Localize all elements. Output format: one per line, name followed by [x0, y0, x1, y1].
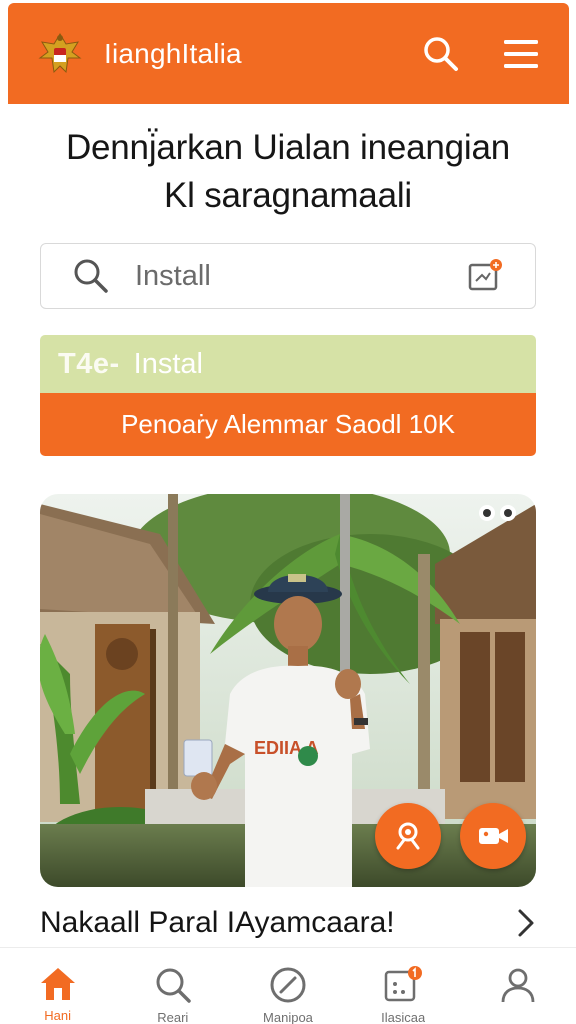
person-badge-button[interactable]: [375, 803, 441, 869]
compass-icon: [270, 967, 306, 1003]
grid-badge-icon: [384, 966, 423, 1002]
app-screen: IianghItalia Dennj̈arkan Uialan ineangia…: [0, 0, 576, 1024]
menu-button[interactable]: [499, 32, 543, 76]
photo-more-options-icon[interactable]: [478, 502, 522, 524]
nav-label-explore: Manipoa: [263, 1010, 313, 1024]
banner-action-label: Penoaṙy Alemmar Saodl 10K: [121, 409, 455, 439]
search-bar[interactable]: [40, 243, 536, 309]
bottom-navigation: Hani Reari Manipoa Ilasicaa: [0, 947, 576, 1024]
header-search-button[interactable]: [419, 32, 463, 76]
featured-photo[interactable]: EDIIA A: [40, 494, 536, 887]
app-title: IianghItalia: [104, 37, 242, 69]
video-icon: [479, 828, 508, 844]
banner-lead: T4e-: [58, 347, 120, 380]
hamburger-menu-icon: [504, 39, 538, 68]
search-icon: [74, 259, 108, 293]
featured-caption: Nakaall Paral IAyamcaara!: [40, 906, 395, 939]
nav-item-profile[interactable]: [468, 948, 568, 1024]
garuda-emblem-icon: [34, 28, 86, 80]
scan-button[interactable]: [467, 258, 503, 294]
nav-label-search: Reari: [157, 1010, 189, 1024]
nav-item-explore[interactable]: Manipoa: [238, 948, 338, 1024]
profile-icon: [501, 968, 535, 1003]
scan-icon: [468, 259, 502, 291]
nav-label-home: Hani: [44, 1008, 71, 1022]
top-app-bar: IianghItalia: [8, 3, 569, 104]
nav-item-apps[interactable]: Ilasicaa: [353, 948, 453, 1024]
banner-text: Instal: [133, 347, 203, 380]
hero-heading: Dennj̈arkan Uialan ineangian Kl saragnam…: [20, 124, 556, 220]
search-input[interactable]: [135, 259, 435, 293]
hero-line-1: Dennj̈arkan Uialan ineangian: [65, 128, 511, 167]
search-icon: [156, 968, 191, 1003]
nav-item-home[interactable]: Hani: [8, 948, 108, 1024]
featured-caption-row[interactable]: Nakaall Paral IAyamcaara!: [40, 900, 536, 946]
install-banner: T4e- Instal: [40, 335, 536, 393]
hero-line-2: Kl saragnamaali: [164, 176, 412, 215]
person-badge-icon: [396, 822, 420, 850]
nav-item-search[interactable]: Reari: [123, 948, 223, 1024]
nav-label-apps: Ilasicaa: [381, 1010, 426, 1024]
chevron-right-icon: [518, 909, 534, 937]
video-button[interactable]: [460, 803, 526, 869]
search-icon: [424, 36, 458, 71]
home-icon: [40, 968, 75, 1000]
banner-action-button[interactable]: Penoaṙy Alemmar Saodl 10K: [40, 393, 536, 456]
